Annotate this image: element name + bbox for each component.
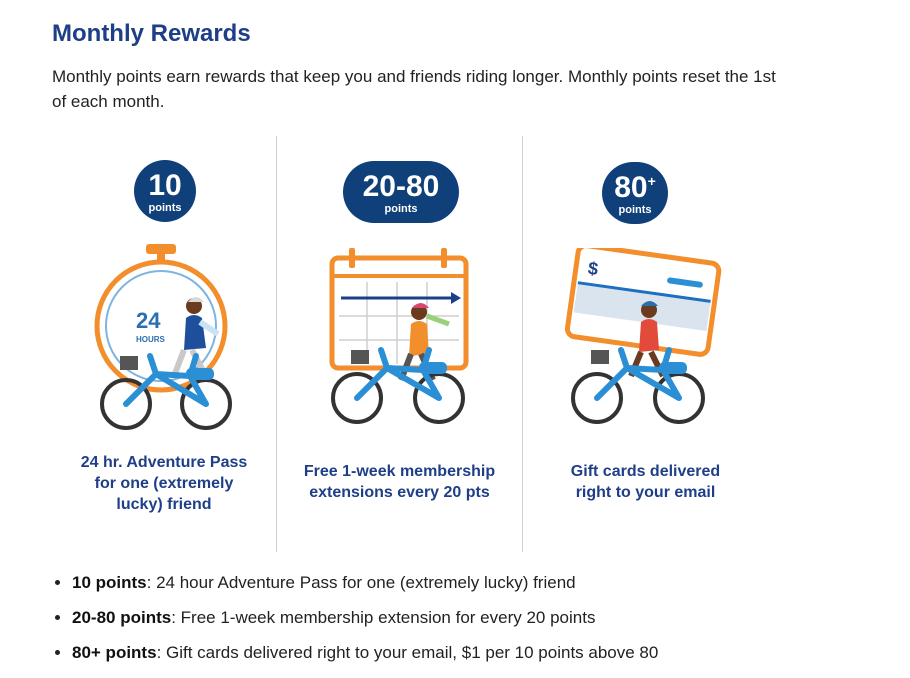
- timer-hours-number: 24: [136, 308, 161, 333]
- badge-label: points: [384, 203, 418, 215]
- badge-number: 80+: [602, 162, 668, 203]
- caption-line: lucky) friend: [116, 496, 212, 513]
- intro-text: Monthly points earn rewards that keep yo…: [52, 67, 776, 111]
- badge-number: 20-80: [362, 170, 440, 203]
- rewards-panels: 10 points 24 HOURS 24 hr. Adventure Pass…: [52, 136, 792, 552]
- reward-caption: Free 1-week membership extensions every …: [277, 461, 522, 503]
- badge-label: points: [618, 204, 652, 216]
- caption-line: 24 hr. Adventure Pass: [80, 454, 248, 471]
- reward-tier-20-80: 20-80 points Free 1-week membership exte…: [277, 136, 522, 552]
- rewards-list: 10 points: 24 hour Adventure Pass for on…: [52, 572, 658, 677]
- caption-line: extensions every 20 pts: [309, 484, 490, 501]
- list-item: 80+ points: Gift cards delivered right t…: [72, 642, 658, 664]
- points-badge: 10 points: [134, 160, 196, 222]
- badge-number: 10: [148, 169, 182, 202]
- reward-tier-10: 10 points 24 HOURS 24 hr. Adventure Pass…: [52, 136, 276, 552]
- list-item-label: 20-80 points: [72, 608, 172, 627]
- badge-number-sup: +: [647, 173, 656, 189]
- points-badge: 80+ points: [602, 162, 668, 224]
- list-item-text: : Free 1-week membership extension for e…: [171, 608, 596, 627]
- badge-label: points: [148, 202, 182, 214]
- calendar-rider-icon: [329, 248, 469, 424]
- badge-number-value: 80: [614, 171, 648, 204]
- caption-line: Free 1-week membership: [303, 463, 496, 480]
- caption-line: for one (extremely: [94, 475, 234, 492]
- reward-caption: 24 hr. Adventure Pass for one (extremely…: [52, 452, 276, 515]
- stopwatch-rider-icon: 24 HOURS: [94, 244, 232, 430]
- page-title: Monthly Rewards: [52, 20, 251, 47]
- reward-tier-80-plus: 80+ points $ Gift cards delivered right …: [523, 136, 768, 552]
- list-item: 10 points: 24 hour Adventure Pass for on…: [72, 572, 658, 594]
- list-item: 20-80 points: Free 1-week membership ext…: [72, 607, 658, 629]
- list-item-text: : Gift cards delivered right to your ema…: [156, 643, 659, 662]
- caption-line: Gift cards delivered: [570, 463, 721, 480]
- timer-hours-label: HOURS: [136, 335, 166, 344]
- list-item-label: 10 points: [72, 573, 147, 592]
- list-item-label: 80+ points: [72, 643, 157, 662]
- reward-caption: Gift cards delivered right to your email: [523, 461, 768, 503]
- points-badge: 20-80 points: [343, 161, 459, 223]
- gift-card-rider-icon: $: [564, 248, 722, 424]
- list-item-text: : 24 hour Adventure Pass for one (extrem…: [146, 573, 576, 592]
- caption-line: right to your email: [575, 484, 716, 501]
